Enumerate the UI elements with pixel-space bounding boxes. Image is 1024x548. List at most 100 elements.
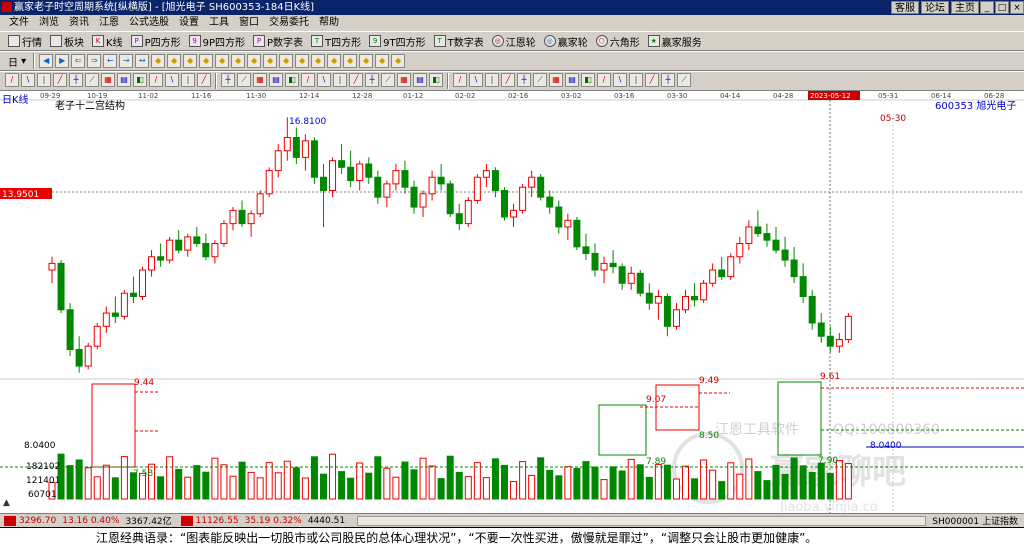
line-tool-2-icon[interactable]: | (37, 73, 51, 87)
line-tool-11-icon[interactable]: | (181, 73, 195, 87)
line-tool-9-icon[interactable]: / (149, 73, 163, 87)
draw-tool-16-icon[interactable]: ◆ (295, 54, 310, 68)
line-tool-34-icon[interactable]: ▤ (565, 73, 579, 87)
menu-formula[interactable]: 公式选股 (124, 15, 174, 31)
line-tool-5-icon[interactable]: ⟋ (85, 73, 99, 87)
toolbar-p-table[interactable]: P P数字表 (249, 32, 307, 50)
forum-button[interactable]: 论坛 (921, 1, 949, 14)
draw-tool-19-icon[interactable]: ◆ (343, 54, 358, 68)
line-tool-16-icon[interactable]: ▤ (269, 73, 283, 87)
line-tool-0-icon[interactable]: / (5, 73, 19, 87)
draw-tool-10-icon[interactable]: ◆ (199, 54, 214, 68)
line-tool-19-icon[interactable]: \ (317, 73, 331, 87)
line-tool-41-icon[interactable]: ⟋ (677, 73, 691, 87)
line-tool-8-icon[interactable]: ◧ (133, 73, 147, 87)
line-tool-33-icon[interactable]: ▦ (549, 73, 563, 87)
toolbar-t-table[interactable]: T T数字表 (430, 32, 488, 50)
line-tool-7-icon[interactable]: ▤ (117, 73, 131, 87)
line-tool-17-icon[interactable]: ◧ (285, 73, 299, 87)
menu-trade[interactable]: 交易委托 (264, 15, 314, 31)
draw-tool-12-icon[interactable]: ◆ (231, 54, 246, 68)
draw-tool-1-icon[interactable]: ▶ (55, 54, 70, 68)
line-tool-10-icon[interactable]: \ (165, 73, 179, 87)
line-tool-20-icon[interactable]: | (333, 73, 347, 87)
home-button[interactable]: 主页 (951, 1, 979, 14)
line-tool-31-icon[interactable]: ┼ (517, 73, 531, 87)
toolbar-sector[interactable]: 板块 (46, 32, 88, 50)
menu-window[interactable]: 窗口 (234, 15, 264, 31)
draw-tool-6-icon[interactable]: ↔ (135, 54, 150, 68)
line-tool-23-icon[interactable]: ⟋ (381, 73, 395, 87)
menu-tools[interactable]: 工具 (204, 15, 234, 31)
line-tool-29-icon[interactable]: | (485, 73, 499, 87)
line-tool-26-icon[interactable]: ◧ (429, 73, 443, 87)
line-tool-18-icon[interactable]: / (301, 73, 315, 87)
line-tool-27-icon[interactable]: / (453, 73, 467, 87)
draw-tool-5-icon[interactable]: → (119, 54, 134, 68)
menu-info[interactable]: 资讯 (64, 15, 94, 31)
period-select[interactable]: 日 ▾ (4, 52, 30, 70)
draw-tool-14-icon[interactable]: ◆ (263, 54, 278, 68)
draw-tool-0-icon[interactable]: ◀ (39, 54, 54, 68)
draw-tool-3-icon[interactable]: ⇒ (87, 54, 102, 68)
draw-tool-20-icon[interactable]: ◆ (359, 54, 374, 68)
toolbar-t-square[interactable]: T T四方形 (307, 32, 365, 50)
draw-tool-17-icon[interactable]: ◆ (311, 54, 326, 68)
line-tool-21-icon[interactable]: ╱ (349, 73, 363, 87)
maximize-button[interactable]: □ (995, 1, 1009, 14)
minimize-button[interactable]: _ (980, 1, 994, 14)
draw-tool-2-icon[interactable]: ⇐ (71, 54, 86, 68)
menu-browse[interactable]: 浏览 (34, 15, 64, 31)
draw-tool-13-icon[interactable]: ◆ (247, 54, 262, 68)
line-tool-14-icon[interactable]: ⟋ (237, 73, 251, 87)
line-tool-15-icon[interactable]: ▦ (253, 73, 267, 87)
line-tool-32-icon[interactable]: ⟋ (533, 73, 547, 87)
toolbar-9p-square[interactable]: 9 9P四方形 (185, 32, 249, 50)
line-tool-40-icon[interactable]: ┼ (661, 73, 675, 87)
draw-tool-15-icon[interactable]: ◆ (279, 54, 294, 68)
line-tool-36-icon[interactable]: / (597, 73, 611, 87)
toolbar-quote[interactable]: 行情 (4, 32, 46, 50)
scroll-up-icon[interactable]: ▲ (3, 498, 10, 508)
toolbar-9t-square[interactable]: 9 9T四方形 (365, 32, 429, 50)
line-tool-25-icon[interactable]: ▤ (413, 73, 427, 87)
line-tool-13-icon[interactable]: ┼ (221, 73, 235, 87)
line-tool-22-icon[interactable]: ┼ (365, 73, 379, 87)
line-tool-4-icon[interactable]: ┼ (69, 73, 83, 87)
index-name[interactable]: SH000001 上证指数 (932, 514, 1018, 527)
line-tool-12-icon[interactable]: ╱ (197, 73, 211, 87)
menu-help[interactable]: 帮助 (314, 15, 344, 31)
service-button[interactable]: 客服 (891, 1, 919, 14)
toolbar-p-square[interactable]: P P四方形 (127, 32, 185, 50)
horizontal-scrollbar[interactable] (357, 515, 927, 526)
kline-chart[interactable]: 09-29 10-19 11-02 11-16 11-30 12-14 12-28 01-12… (0, 91, 1024, 515)
chart-area[interactable]: 09-29 10-19 11-02 11-16 11-30 12-14 12-28 01-12… (0, 91, 1024, 515)
draw-tool-9-icon[interactable]: ◆ (183, 54, 198, 68)
line-tool-1-icon[interactable]: \ (21, 73, 35, 87)
draw-tool-11-icon[interactable]: ◆ (215, 54, 230, 68)
menu-file[interactable]: 文件 (4, 15, 34, 31)
line-tool-3-icon[interactable]: ╱ (53, 73, 67, 87)
close-button[interactable]: × (1010, 1, 1024, 14)
toolbar-win-wheel[interactable]: ◎ 赢家轮 (540, 32, 592, 50)
toolbar-gann-wheel[interactable]: ◎ 江恩轮 (488, 32, 540, 50)
toolbar-service[interactable]: ★ 赢家服务 (644, 32, 706, 50)
line-tool-28-icon[interactable]: \ (469, 73, 483, 87)
line-tool-6-icon[interactable]: ▦ (101, 73, 115, 87)
draw-tool-22-icon[interactable]: ◆ (391, 54, 406, 68)
draw-tool-21-icon[interactable]: ◆ (375, 54, 390, 68)
draw-tool-18-icon[interactable]: ◆ (327, 54, 342, 68)
line-tool-39-icon[interactable]: ╱ (645, 73, 659, 87)
line-tool-38-icon[interactable]: | (629, 73, 643, 87)
toolbar-kline[interactable]: K K线 (88, 32, 127, 50)
line-tool-35-icon[interactable]: ◧ (581, 73, 595, 87)
menu-gann[interactable]: 江恩 (94, 15, 124, 31)
toolbar-hexagon[interactable]: ⬡ 六角形 (592, 32, 644, 50)
draw-tool-8-icon[interactable]: ◆ (167, 54, 182, 68)
line-tool-30-icon[interactable]: ╱ (501, 73, 515, 87)
draw-tool-7-icon[interactable]: ◆ (151, 54, 166, 68)
menu-settings[interactable]: 设置 (174, 15, 204, 31)
draw-tool-4-icon[interactable]: ← (103, 54, 118, 68)
line-tool-24-icon[interactable]: ▦ (397, 73, 411, 87)
line-tool-37-icon[interactable]: \ (613, 73, 627, 87)
